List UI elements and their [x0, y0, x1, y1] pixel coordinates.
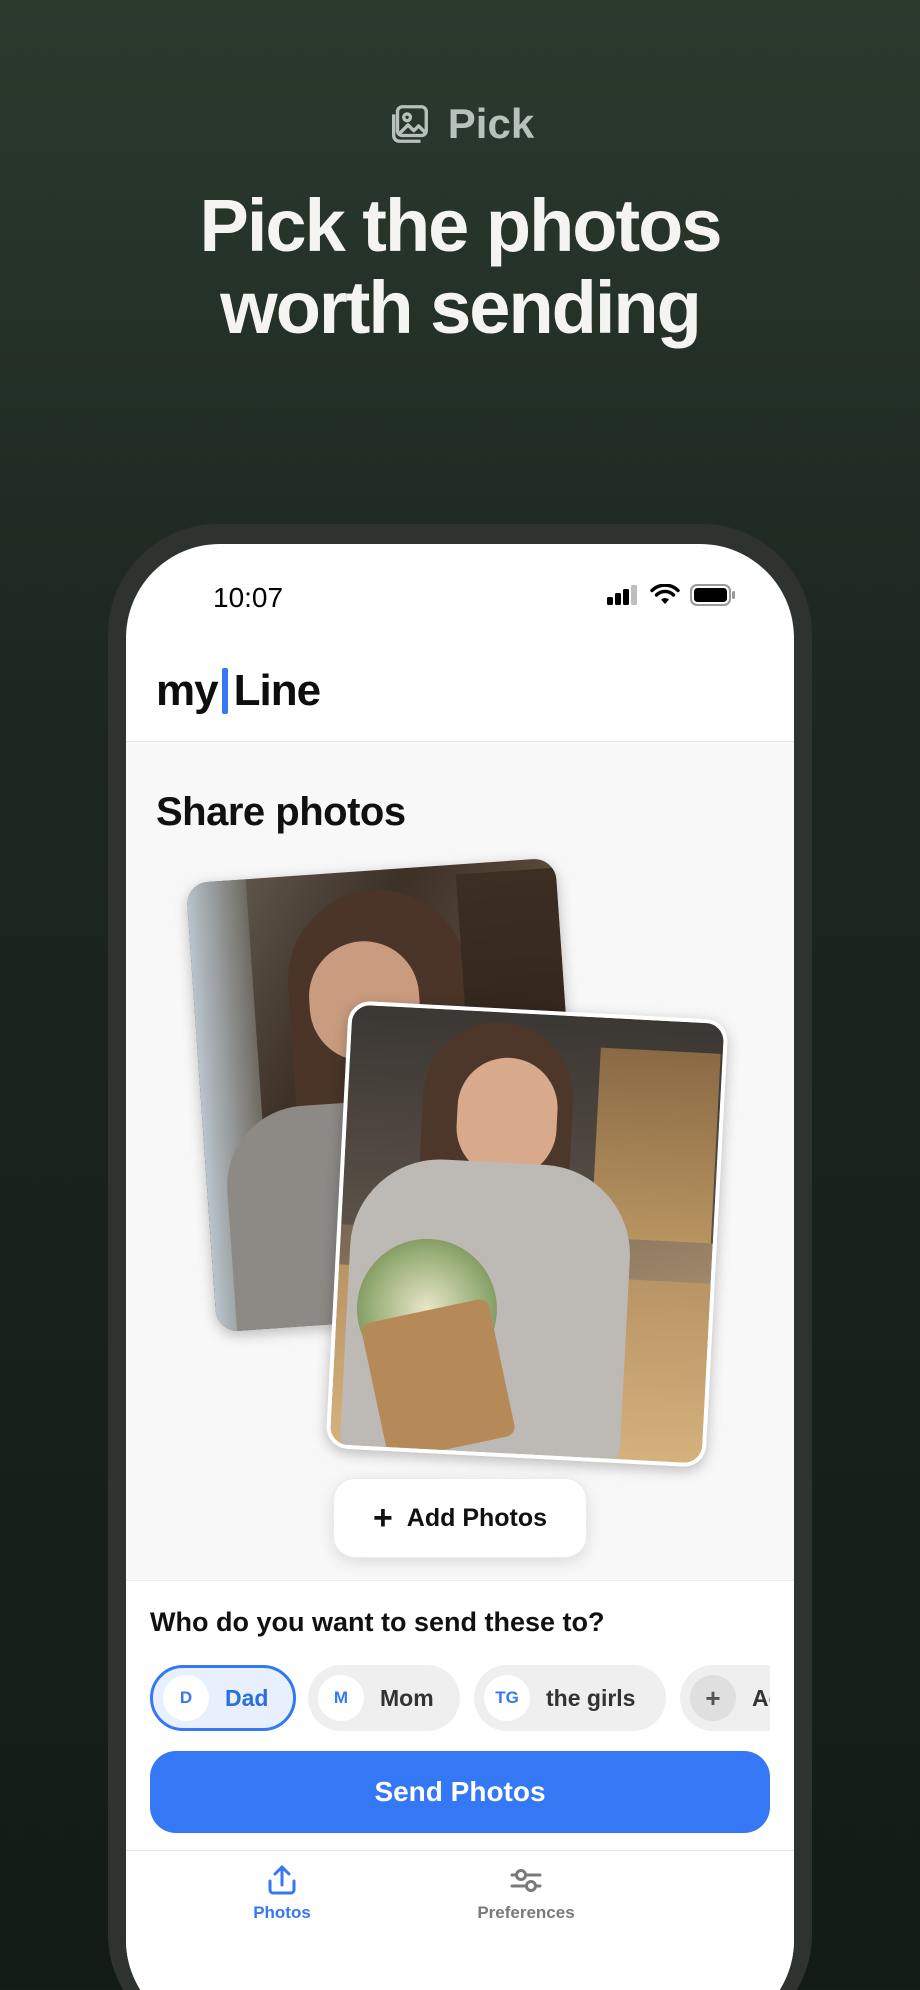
recipients-panel: Who do you want to send these to? D Dad … — [126, 1580, 794, 1850]
recipient-chips: D Dad M Mom TG the girls + Ad — [150, 1665, 770, 1735]
recipient-chip-mom[interactable]: M Mom — [308, 1665, 460, 1731]
hero-tag-label: Pick — [447, 100, 535, 147]
hero-title-line1: Pick the photos — [199, 184, 723, 267]
photos-icon — [391, 105, 428, 143]
photo-thumbnail-front[interactable] — [325, 1000, 729, 1468]
share-title: Share photos — [156, 790, 406, 834]
plus-icon: + — [372, 1499, 393, 1537]
hero-title-line2: worth sending — [220, 266, 702, 349]
cellular-signal-icon — [607, 585, 637, 605]
tab-photos[interactable]: Photos — [192, 1863, 372, 1923]
logo-text-my: my — [156, 666, 219, 715]
recipient-chip-the-girls[interactable]: TG the girls — [474, 1665, 666, 1731]
logo-cursor-bar — [221, 668, 228, 714]
tab-bar: Photos Preferences — [126, 1850, 794, 1990]
recipient-name: Ad — [752, 1684, 770, 1711]
upload-icon — [268, 1865, 296, 1895]
status-bar: 10:07 — [126, 544, 794, 644]
add-photos-label: Add Photos — [406, 1503, 548, 1532]
recipient-name: the girls — [546, 1684, 636, 1711]
tab-preferences-label: Preferences — [477, 1903, 575, 1922]
add-photos-button[interactable]: + Add Photos — [333, 1478, 587, 1558]
send-photos-button[interactable]: Send Photos — [150, 1751, 770, 1833]
sliders-icon — [510, 1869, 542, 1892]
app-header: my Line — [126, 644, 794, 742]
share-content: Share photos + Add Photos — [126, 742, 794, 1580]
hero-title: Pick the photos worth sending — [0, 185, 920, 349]
recipient-initial: TG — [484, 1675, 530, 1721]
add-recipient-chip[interactable]: + Ad — [680, 1665, 770, 1731]
hero-tag: Pick — [0, 100, 920, 148]
phone-screen: 10:07 my Line Share photos + Add Photos … — [126, 544, 794, 1990]
recipient-name: Mom — [380, 1684, 434, 1711]
app-logo: my Line — [156, 666, 321, 716]
status-time: 10:07 — [213, 582, 284, 613]
plus-icon: + — [690, 1675, 736, 1721]
tab-preferences[interactable]: Preferences — [436, 1863, 616, 1923]
tab-photos-label: Photos — [253, 1903, 311, 1922]
recipient-chip-dad[interactable]: D Dad — [150, 1665, 296, 1731]
phone-frame: 10:07 my Line Share photos + Add Photos … — [108, 524, 812, 1990]
recipient-initial: D — [163, 1675, 209, 1721]
recipient-name: Dad — [225, 1684, 269, 1711]
recipient-initial: M — [318, 1675, 364, 1721]
battery-icon — [690, 584, 735, 606]
recipients-question: Who do you want to send these to? — [150, 1607, 605, 1637]
logo-text-line: Line — [233, 666, 321, 715]
status-icons — [606, 584, 736, 606]
wifi-icon — [650, 584, 680, 604]
